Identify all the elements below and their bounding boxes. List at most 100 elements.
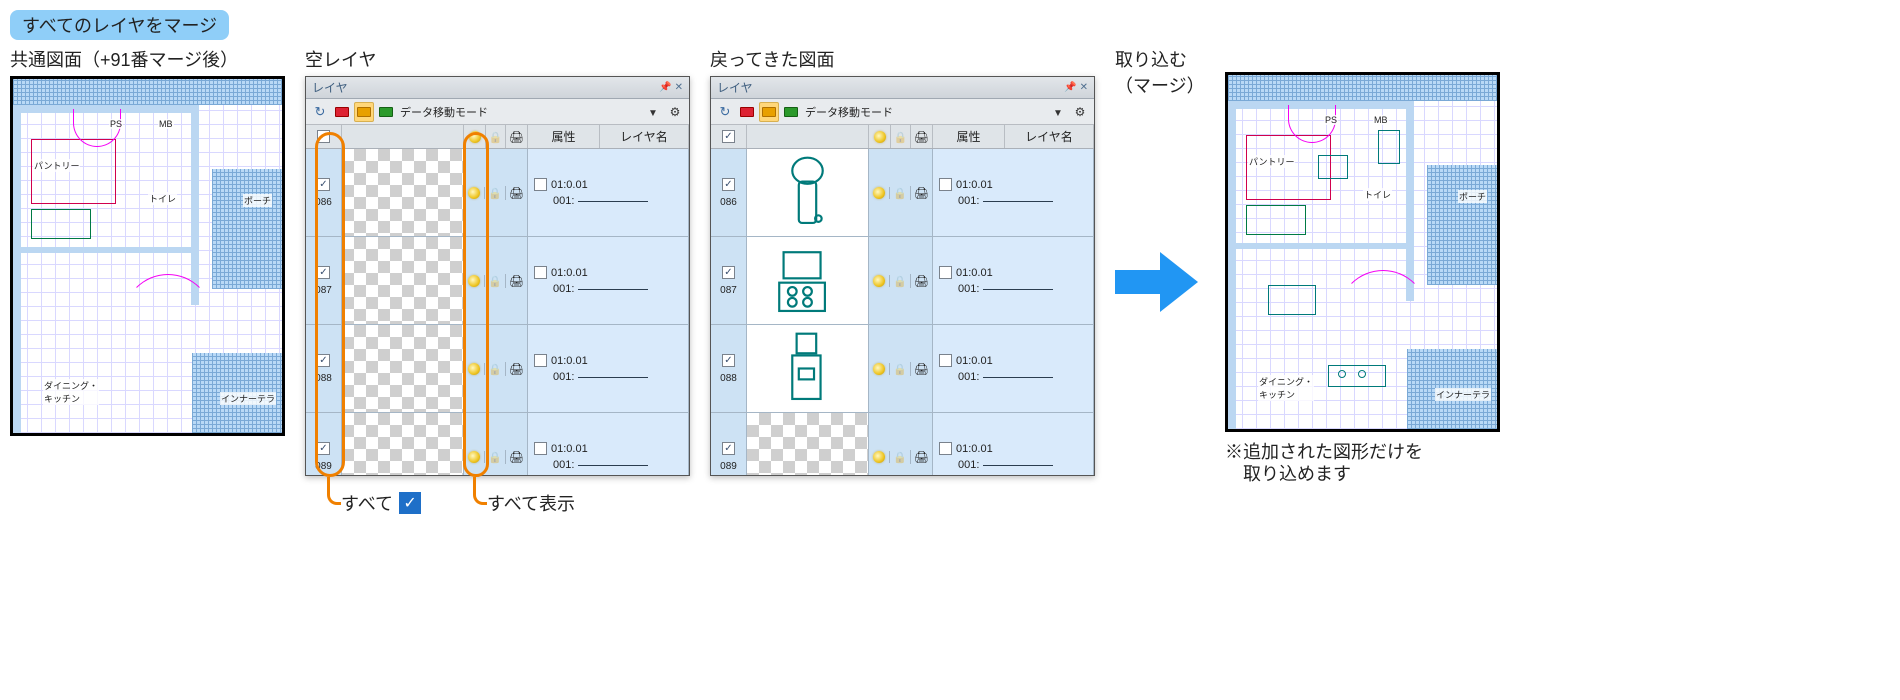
row-checkbox[interactable] — [317, 442, 330, 455]
layer-row[interactable]: 08601:0.01001: — [711, 149, 1094, 237]
row-bulb[interactable] — [464, 187, 485, 199]
layer-row[interactable]: 08601:0.01001: — [306, 149, 689, 237]
filter-icon[interactable] — [643, 102, 663, 122]
row-attrs[interactable]: 01:0.01001: — [528, 413, 689, 475]
row-checkbox[interactable] — [317, 266, 330, 279]
layer-row[interactable]: 08801:0.01001: — [306, 325, 689, 413]
row-checkbox[interactable] — [317, 354, 330, 367]
row-bulb[interactable] — [869, 451, 890, 463]
row-swatch[interactable] — [342, 413, 464, 475]
floorplan-before: PS MB パントリー トイレ ポーチ ダイニング・ キッチン インナーテラ — [10, 76, 285, 436]
lock-header-icon[interactable] — [489, 130, 503, 144]
attr-checkbox[interactable] — [534, 266, 547, 279]
filter-icon[interactable] — [1048, 102, 1068, 122]
row-lock[interactable] — [485, 362, 506, 376]
row-lock[interactable] — [485, 450, 506, 464]
row-print[interactable] — [506, 274, 527, 288]
attr-checkbox[interactable] — [534, 178, 547, 191]
th-attr[interactable]: 属性 — [528, 125, 600, 148]
check-on-icon: ✓ — [399, 492, 421, 514]
layer-row[interactable]: 089 01:0.01001: — [306, 413, 689, 475]
attr-checkbox[interactable] — [939, 442, 952, 455]
row-print[interactable] — [911, 362, 932, 376]
row-number: 087 — [315, 285, 332, 296]
print-header-icon[interactable] — [509, 130, 524, 144]
row-swatch[interactable] — [747, 237, 869, 324]
row-swatch[interactable] — [342, 149, 464, 236]
panel-pin-close[interactable]: 📌 ✕ — [1064, 82, 1088, 93]
row-checkbox[interactable] — [317, 178, 330, 191]
row-bulb[interactable] — [464, 363, 485, 375]
monitor-yellow-icon[interactable] — [759, 102, 779, 122]
attr-checkbox[interactable] — [939, 266, 952, 279]
row-print[interactable] — [911, 450, 932, 464]
bulb-header-icon[interactable] — [874, 131, 886, 143]
gear-icon[interactable] — [665, 102, 685, 122]
monitor-green-icon[interactable] — [376, 102, 396, 122]
row-swatch[interactable] — [747, 149, 869, 236]
panel-title-label: レイヤ — [312, 79, 348, 96]
row-bulb[interactable] — [464, 451, 485, 463]
row-print[interactable] — [506, 450, 527, 464]
refresh-icon[interactable] — [310, 102, 330, 122]
print-icon — [509, 450, 524, 464]
monitor-red-icon[interactable] — [737, 102, 757, 122]
layer-row[interactable]: 08801:0.01001: — [711, 325, 1094, 413]
panel-pin-close[interactable]: 📌 ✕ — [659, 82, 683, 93]
row-print[interactable] — [911, 186, 932, 200]
row-checkbox[interactable] — [722, 266, 735, 279]
attr-code-bot: 001: — [958, 195, 979, 207]
attr-checkbox[interactable] — [534, 442, 547, 455]
row-lock[interactable] — [485, 274, 506, 288]
row-attrs[interactable]: 01:0.01001: — [933, 325, 1094, 412]
row-swatch[interactable] — [342, 325, 464, 412]
gear-icon[interactable] — [1070, 102, 1090, 122]
row-checkbox[interactable] — [722, 442, 735, 455]
th-attr[interactable]: 属性 — [933, 125, 1005, 148]
row-lock[interactable] — [890, 186, 911, 200]
print-header-icon[interactable] — [914, 130, 929, 144]
row-print[interactable] — [911, 274, 932, 288]
refresh-icon[interactable] — [715, 102, 735, 122]
row-attrs[interactable]: 01:0.01001: — [933, 413, 1094, 475]
header-checkbox[interactable] — [722, 130, 735, 143]
row-attrs[interactable]: 01:0.01001: — [528, 325, 689, 412]
row-lock[interactable] — [890, 362, 911, 376]
row-bulb[interactable] — [869, 275, 890, 287]
monitor-green-icon[interactable] — [781, 102, 801, 122]
attr-checkbox[interactable] — [939, 354, 952, 367]
row-number: 089 — [315, 461, 332, 472]
row-attrs[interactable]: 01:0.01001: — [933, 149, 1094, 236]
bulb-header-icon[interactable] — [469, 131, 481, 143]
row-lock[interactable] — [485, 186, 506, 200]
row-attrs[interactable]: 01:0.01001: — [528, 149, 689, 236]
row-checkbox[interactable] — [722, 178, 735, 191]
row-lock[interactable] — [890, 274, 911, 288]
layer-row[interactable]: 087 01:0.01001: — [306, 237, 689, 325]
row-swatch[interactable] — [747, 413, 869, 475]
layer-row[interactable]: 08701:0.01001: — [711, 237, 1094, 325]
row-print[interactable] — [506, 362, 527, 376]
header-checkbox[interactable] — [317, 130, 330, 143]
attr-checkbox[interactable] — [939, 178, 952, 191]
th-name[interactable]: レイヤ名 — [1005, 125, 1094, 148]
monitor-red-icon[interactable] — [332, 102, 352, 122]
callout-stem-2 — [473, 477, 487, 505]
attr-checkbox[interactable] — [534, 354, 547, 367]
th-name[interactable]: レイヤ名 — [600, 125, 689, 148]
row-print[interactable] — [506, 186, 527, 200]
mode-label: データ移動モード — [398, 104, 488, 120]
row-bulb[interactable] — [869, 363, 890, 375]
row-swatch[interactable] — [747, 325, 869, 412]
row-attrs[interactable]: 01:0.01001: — [933, 237, 1094, 324]
plan-lbl-ps: PS — [109, 119, 123, 129]
row-lock[interactable] — [890, 450, 911, 464]
row-bulb[interactable] — [869, 187, 890, 199]
lock-header-icon[interactable] — [894, 130, 908, 144]
layer-row[interactable]: 08901:0.01001: — [711, 413, 1094, 475]
row-checkbox[interactable] — [722, 354, 735, 367]
row-bulb[interactable] — [464, 275, 485, 287]
row-attrs[interactable]: 01:0.01001: — [528, 237, 689, 324]
monitor-yellow-icon[interactable] — [354, 102, 374, 122]
row-swatch[interactable] — [342, 237, 464, 324]
